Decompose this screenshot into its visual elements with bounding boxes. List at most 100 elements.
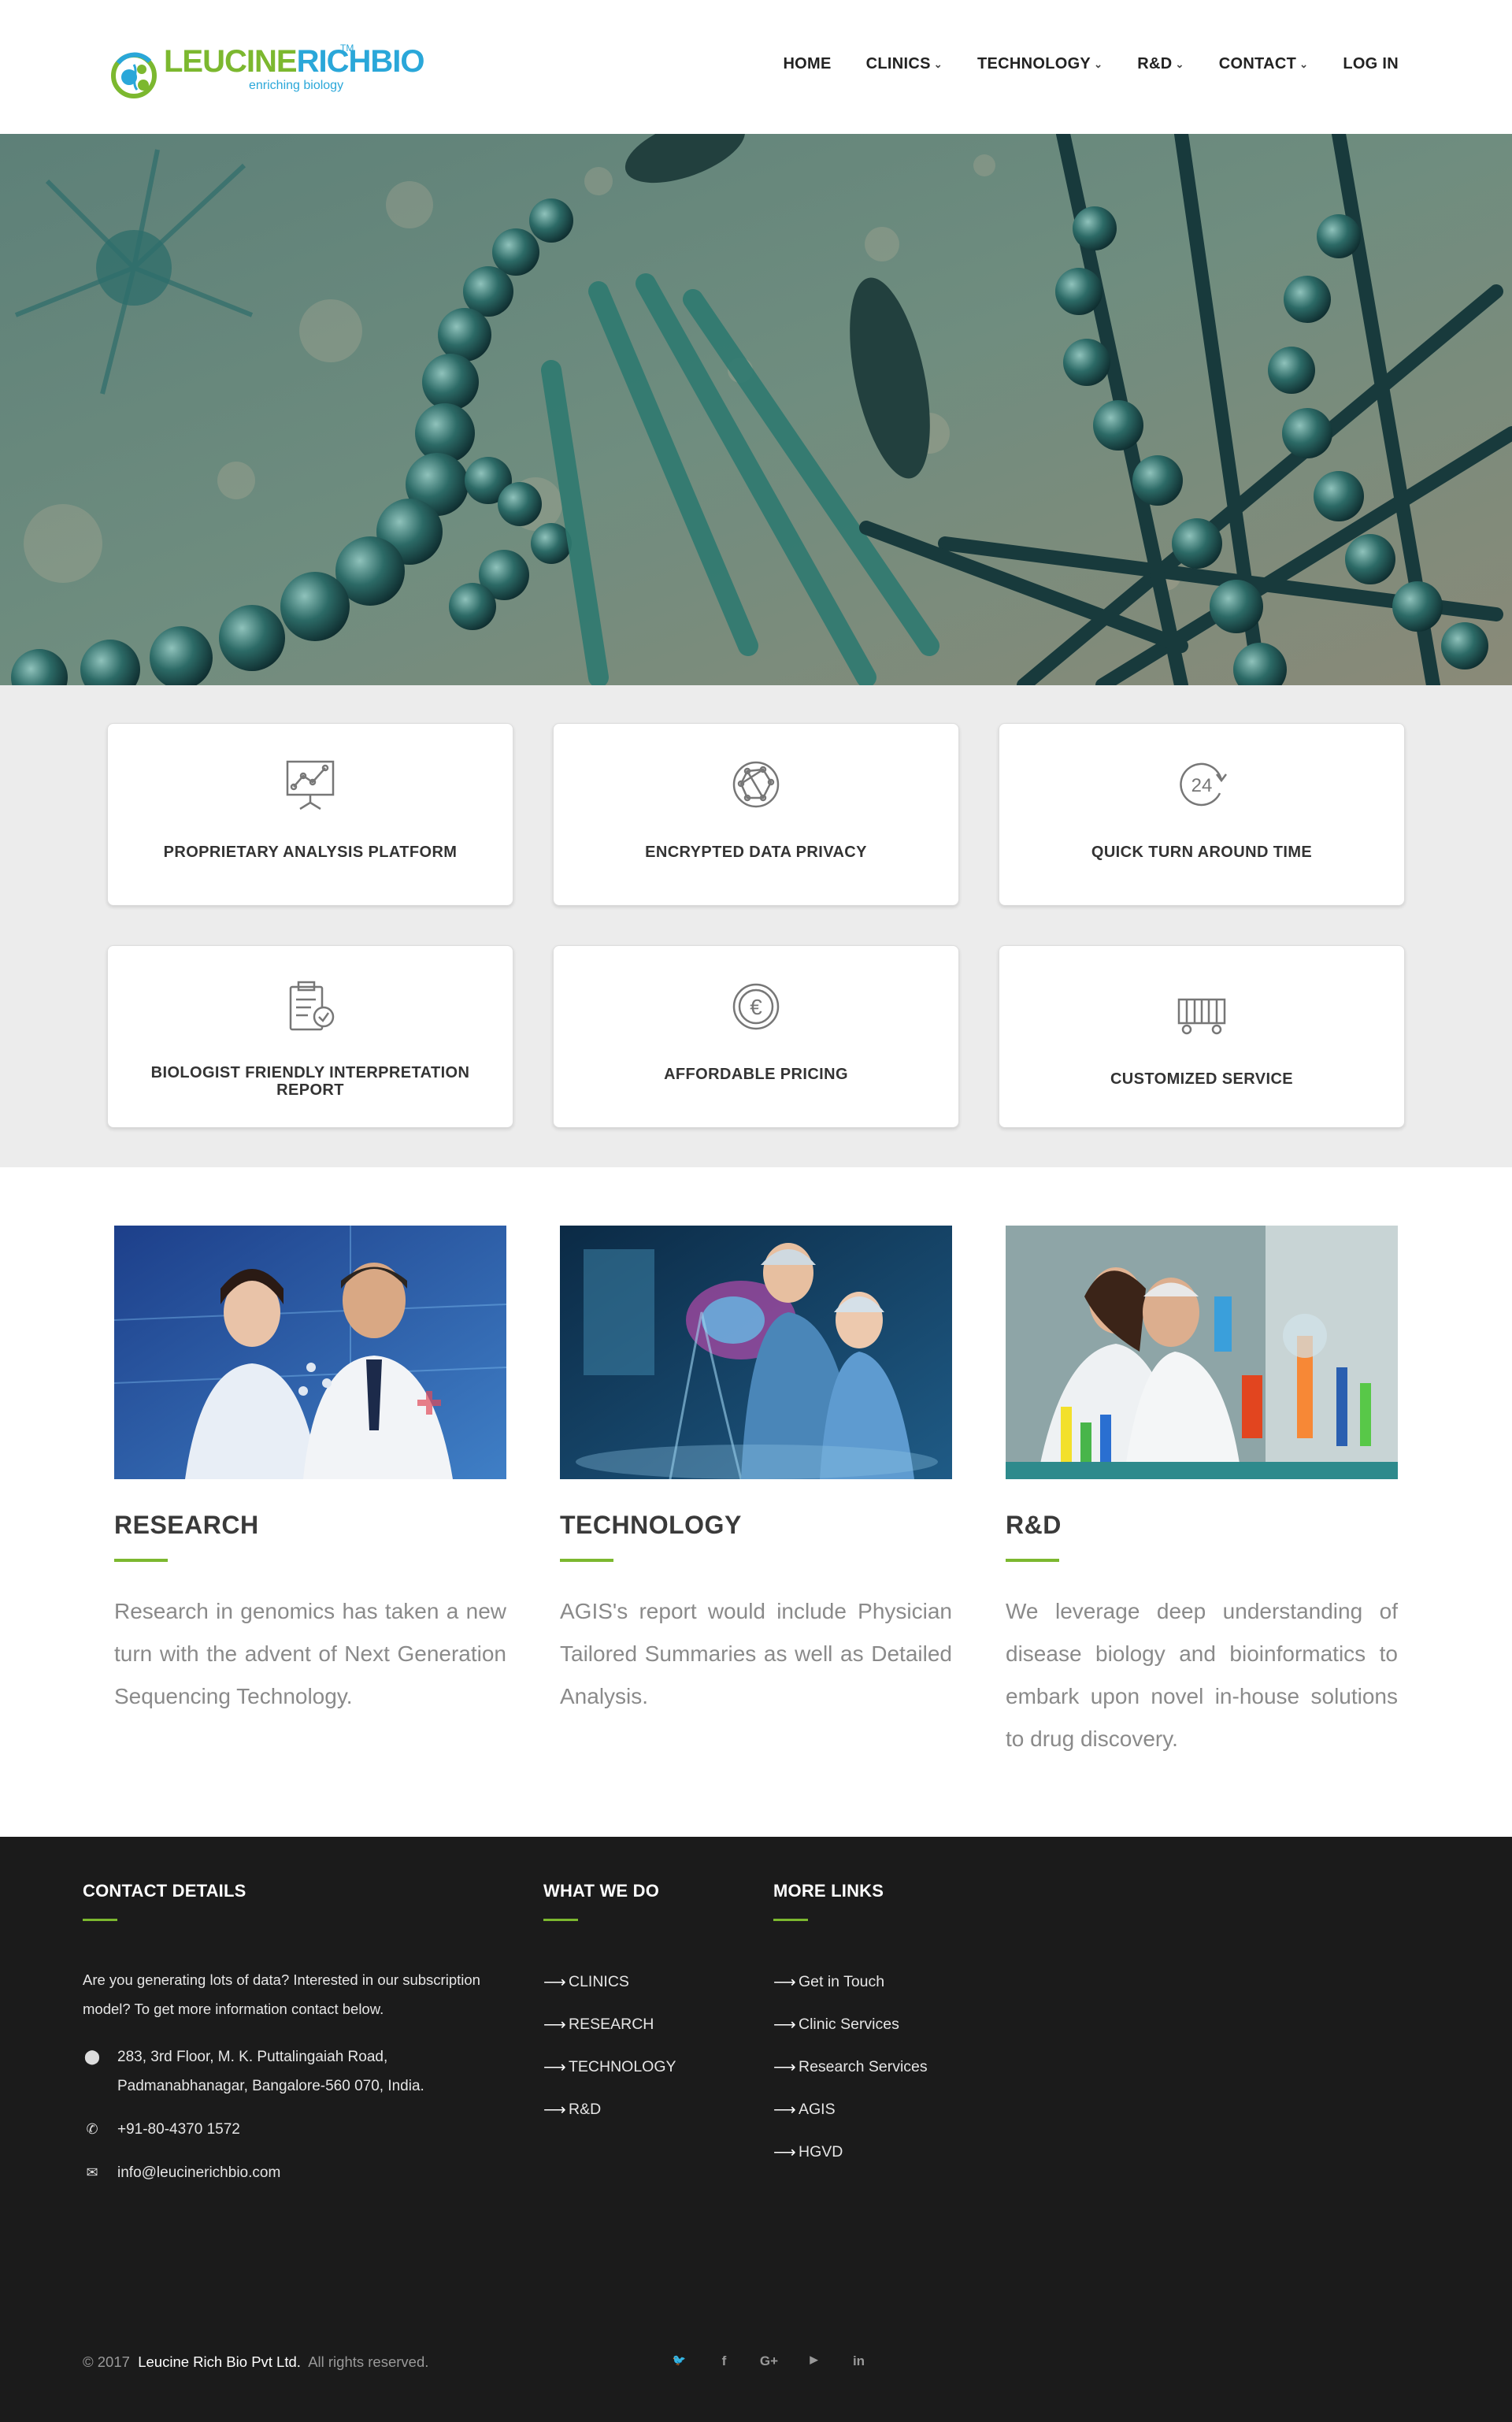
trademark-mark: TM	[340, 43, 354, 54]
footer-link-rnd[interactable]: ⟶ R&D	[543, 2088, 676, 2131]
arrow-right-icon: ⟶	[543, 2058, 566, 2076]
arrow-right-icon: ⟶	[543, 2016, 566, 2034]
service-rnd: R&D We leverage deep understanding of di…	[1006, 1226, 1398, 1760]
service-text: Research in genomics has taken a new tur…	[114, 1599, 506, 1708]
footer-heading: MORE LINKS	[773, 1881, 884, 1901]
logo-mark-icon	[111, 52, 157, 98]
title-underline	[1006, 1559, 1059, 1562]
feature-title: AFFORDABLE PRICING	[664, 1066, 848, 1083]
envelope-icon: ✉	[86, 2164, 98, 2180]
nav-clinics[interactable]: CLINICS ⌄	[866, 55, 943, 73]
arrow-right-icon: ⟶	[773, 2058, 796, 2076]
link-label: AGIS	[799, 2100, 836, 2118]
footer-link-technology[interactable]: ⟶ TECHNOLOGY	[543, 2046, 676, 2088]
footer-link-research-services[interactable]: ⟶ Research Services	[773, 2046, 928, 2088]
clipboard-check-icon	[289, 981, 335, 1031]
main-nav: HOME CLINICS ⌄ TECHNOLOGY ⌄ R&D ⌄ CONTACT ⌄ …	[748, 55, 1399, 73]
footer-link-clinic-services[interactable]: ⟶ Clinic Services	[773, 2003, 928, 2046]
footer-link-research[interactable]: ⟶ RESEARCH	[543, 2003, 676, 2046]
presentation-chart-icon	[286, 760, 335, 810]
footer-heading: CONTACT DETAILS	[83, 1881, 246, 1901]
feature-card[interactable]: CUSTOMIZED SERVICE	[999, 945, 1405, 1128]
twitter-icon[interactable]: 🐦	[657, 2353, 702, 2369]
technology-photo[interactable]	[560, 1226, 952, 1479]
chevron-down-icon: ⌄	[1299, 57, 1309, 70]
address-text: 283, 3rd Floor, M. K. Puttalingaiah Road…	[117, 2049, 424, 2094]
nav-label: TECHNOLOGY	[976, 55, 1091, 72]
service-title: RESEARCH	[114, 1511, 259, 1539]
footer-link-clinics[interactable]: ⟶ CLINICS	[543, 1960, 676, 2003]
facebook-icon[interactable]: f	[702, 2353, 747, 2369]
heading-underline	[543, 1919, 578, 1921]
nav-technology[interactable]: TECHNOLOGY ⌄	[977, 55, 1102, 73]
phone-icon: ✆	[86, 2121, 98, 2137]
youtube-icon[interactable]: ▶	[791, 2353, 836, 2369]
feature-card[interactable]: € AFFORDABLE PRICING	[553, 945, 959, 1128]
nav-login[interactable]: LOG IN	[1343, 55, 1399, 73]
feature-card[interactable]: ENCRYPTED DATA PRIVACY	[553, 723, 959, 906]
brand-logo[interactable]: LEUCINERICHBIO TM enriching biology	[107, 41, 424, 104]
title-underline	[560, 1559, 613, 1562]
link-label: HGVD	[799, 2142, 843, 2161]
footer-link-hgvd[interactable]: ⟶ HGVD	[773, 2131, 928, 2173]
nav-label: R&D	[1137, 55, 1173, 72]
cart-icon	[1177, 998, 1226, 1035]
google-plus-icon[interactable]: G+	[747, 2353, 791, 2369]
feature-card[interactable]: 24 QUICK TURN AROUND TIME	[999, 723, 1405, 906]
footer-contact-column: CONTACT DETAILS Are you generating lots …	[83, 1881, 524, 2187]
24-hours-icon: 24	[1180, 762, 1227, 807]
nav-label: HOME	[783, 55, 832, 72]
copyright-year: © 2017	[83, 2353, 130, 2370]
social-links: 🐦 f G+ ▶ in	[657, 2353, 881, 2369]
footer-more-links-column: MORE LINKS ⟶ Get in Touch ⟶ Clinic Service…	[773, 1881, 928, 2173]
feature-title: QUICK TURN AROUND TIME	[1091, 844, 1313, 861]
arrow-right-icon: ⟶	[773, 2016, 796, 2034]
arrow-right-icon: ⟶	[543, 1973, 566, 1991]
link-label: R&D	[569, 2100, 602, 2118]
research-photo[interactable]	[114, 1226, 506, 1479]
service-research: RESEARCH Research in genomics has taken …	[114, 1226, 506, 1718]
contact-address: ⬤ 283, 3rd Floor, M. K. Puttalingaiah Ro…	[83, 2042, 492, 2101]
more-links-list: ⟶ Get in Touch ⟶ Clinic Services ⟶ Research…	[773, 1960, 928, 2173]
link-label: Research Services	[799, 2057, 928, 2075]
arrow-right-icon: ⟶	[543, 2101, 566, 2119]
feature-card[interactable]: BIOLOGIST FRIENDLY INTERPRETATION REPORT	[107, 945, 513, 1128]
nav-contact[interactable]: CONTACT ⌄	[1219, 55, 1309, 73]
linkedin-icon[interactable]: in	[836, 2353, 881, 2369]
svg-text:24: 24	[1191, 775, 1213, 796]
features-section: PROPRIETARY ANALYSIS PLATFORM ENCRYPTED …	[0, 685, 1512, 1167]
link-label: TECHNOLOGY	[569, 2057, 676, 2075]
nav-rnd[interactable]: R&D ⌄	[1137, 55, 1184, 73]
arrow-right-icon: ⟶	[773, 2143, 796, 2161]
service-title: TECHNOLOGY	[560, 1511, 742, 1539]
service-title: R&D	[1006, 1511, 1062, 1539]
heading-underline	[83, 1919, 117, 1921]
email-text: info@leucinerichbio.com	[117, 2164, 281, 2181]
brand-tagline: enriching biology	[249, 79, 344, 92]
chevron-down-icon: ⌄	[1175, 57, 1184, 70]
service-text: AGIS's report would include Physician Ta…	[560, 1599, 952, 1708]
service-technology: TECHNOLOGY AGIS's report would include P…	[560, 1226, 952, 1718]
svg-text:€: €	[750, 995, 762, 1019]
company-name[interactable]: Leucine Rich Bio Pvt Ltd.	[138, 2353, 301, 2370]
link-label: Clinic Services	[799, 2015, 899, 2033]
title-underline	[114, 1559, 168, 1562]
arrow-right-icon: ⟶	[773, 2101, 796, 2119]
link-label: RESEARCH	[569, 2015, 654, 2033]
contact-email[interactable]: ✉ info@leucinerichbio.com	[83, 2158, 524, 2187]
nav-home[interactable]: HOME	[783, 55, 831, 73]
feature-title: ENCRYPTED DATA PRIVACY	[645, 844, 867, 861]
chevron-down-icon: ⌄	[1094, 57, 1103, 70]
contact-intro: Are you generating lots of data? Interes…	[83, 1971, 480, 2017]
site-header: LEUCINERICHBIO TM enriching biology HOME…	[0, 0, 1512, 134]
brand-wordmark: LEUCINERICHBIO	[164, 44, 424, 79]
link-label: Get in Touch	[799, 1972, 885, 1990]
contact-phone[interactable]: ✆ +91-80-4370 1572	[83, 2115, 524, 2144]
feature-title: CUSTOMIZED SERVICE	[1110, 1070, 1294, 1088]
footer-link-agis[interactable]: ⟶ AGIS	[773, 2088, 928, 2131]
footer-link-get-in-touch[interactable]: ⟶ Get in Touch	[773, 1960, 928, 2003]
phone-text: +91-80-4370 1572	[117, 2121, 240, 2138]
feature-card[interactable]: PROPRIETARY ANALYSIS PLATFORM	[107, 723, 513, 906]
rnd-photo[interactable]	[1006, 1226, 1398, 1479]
nav-label: CLINICS	[865, 55, 931, 72]
